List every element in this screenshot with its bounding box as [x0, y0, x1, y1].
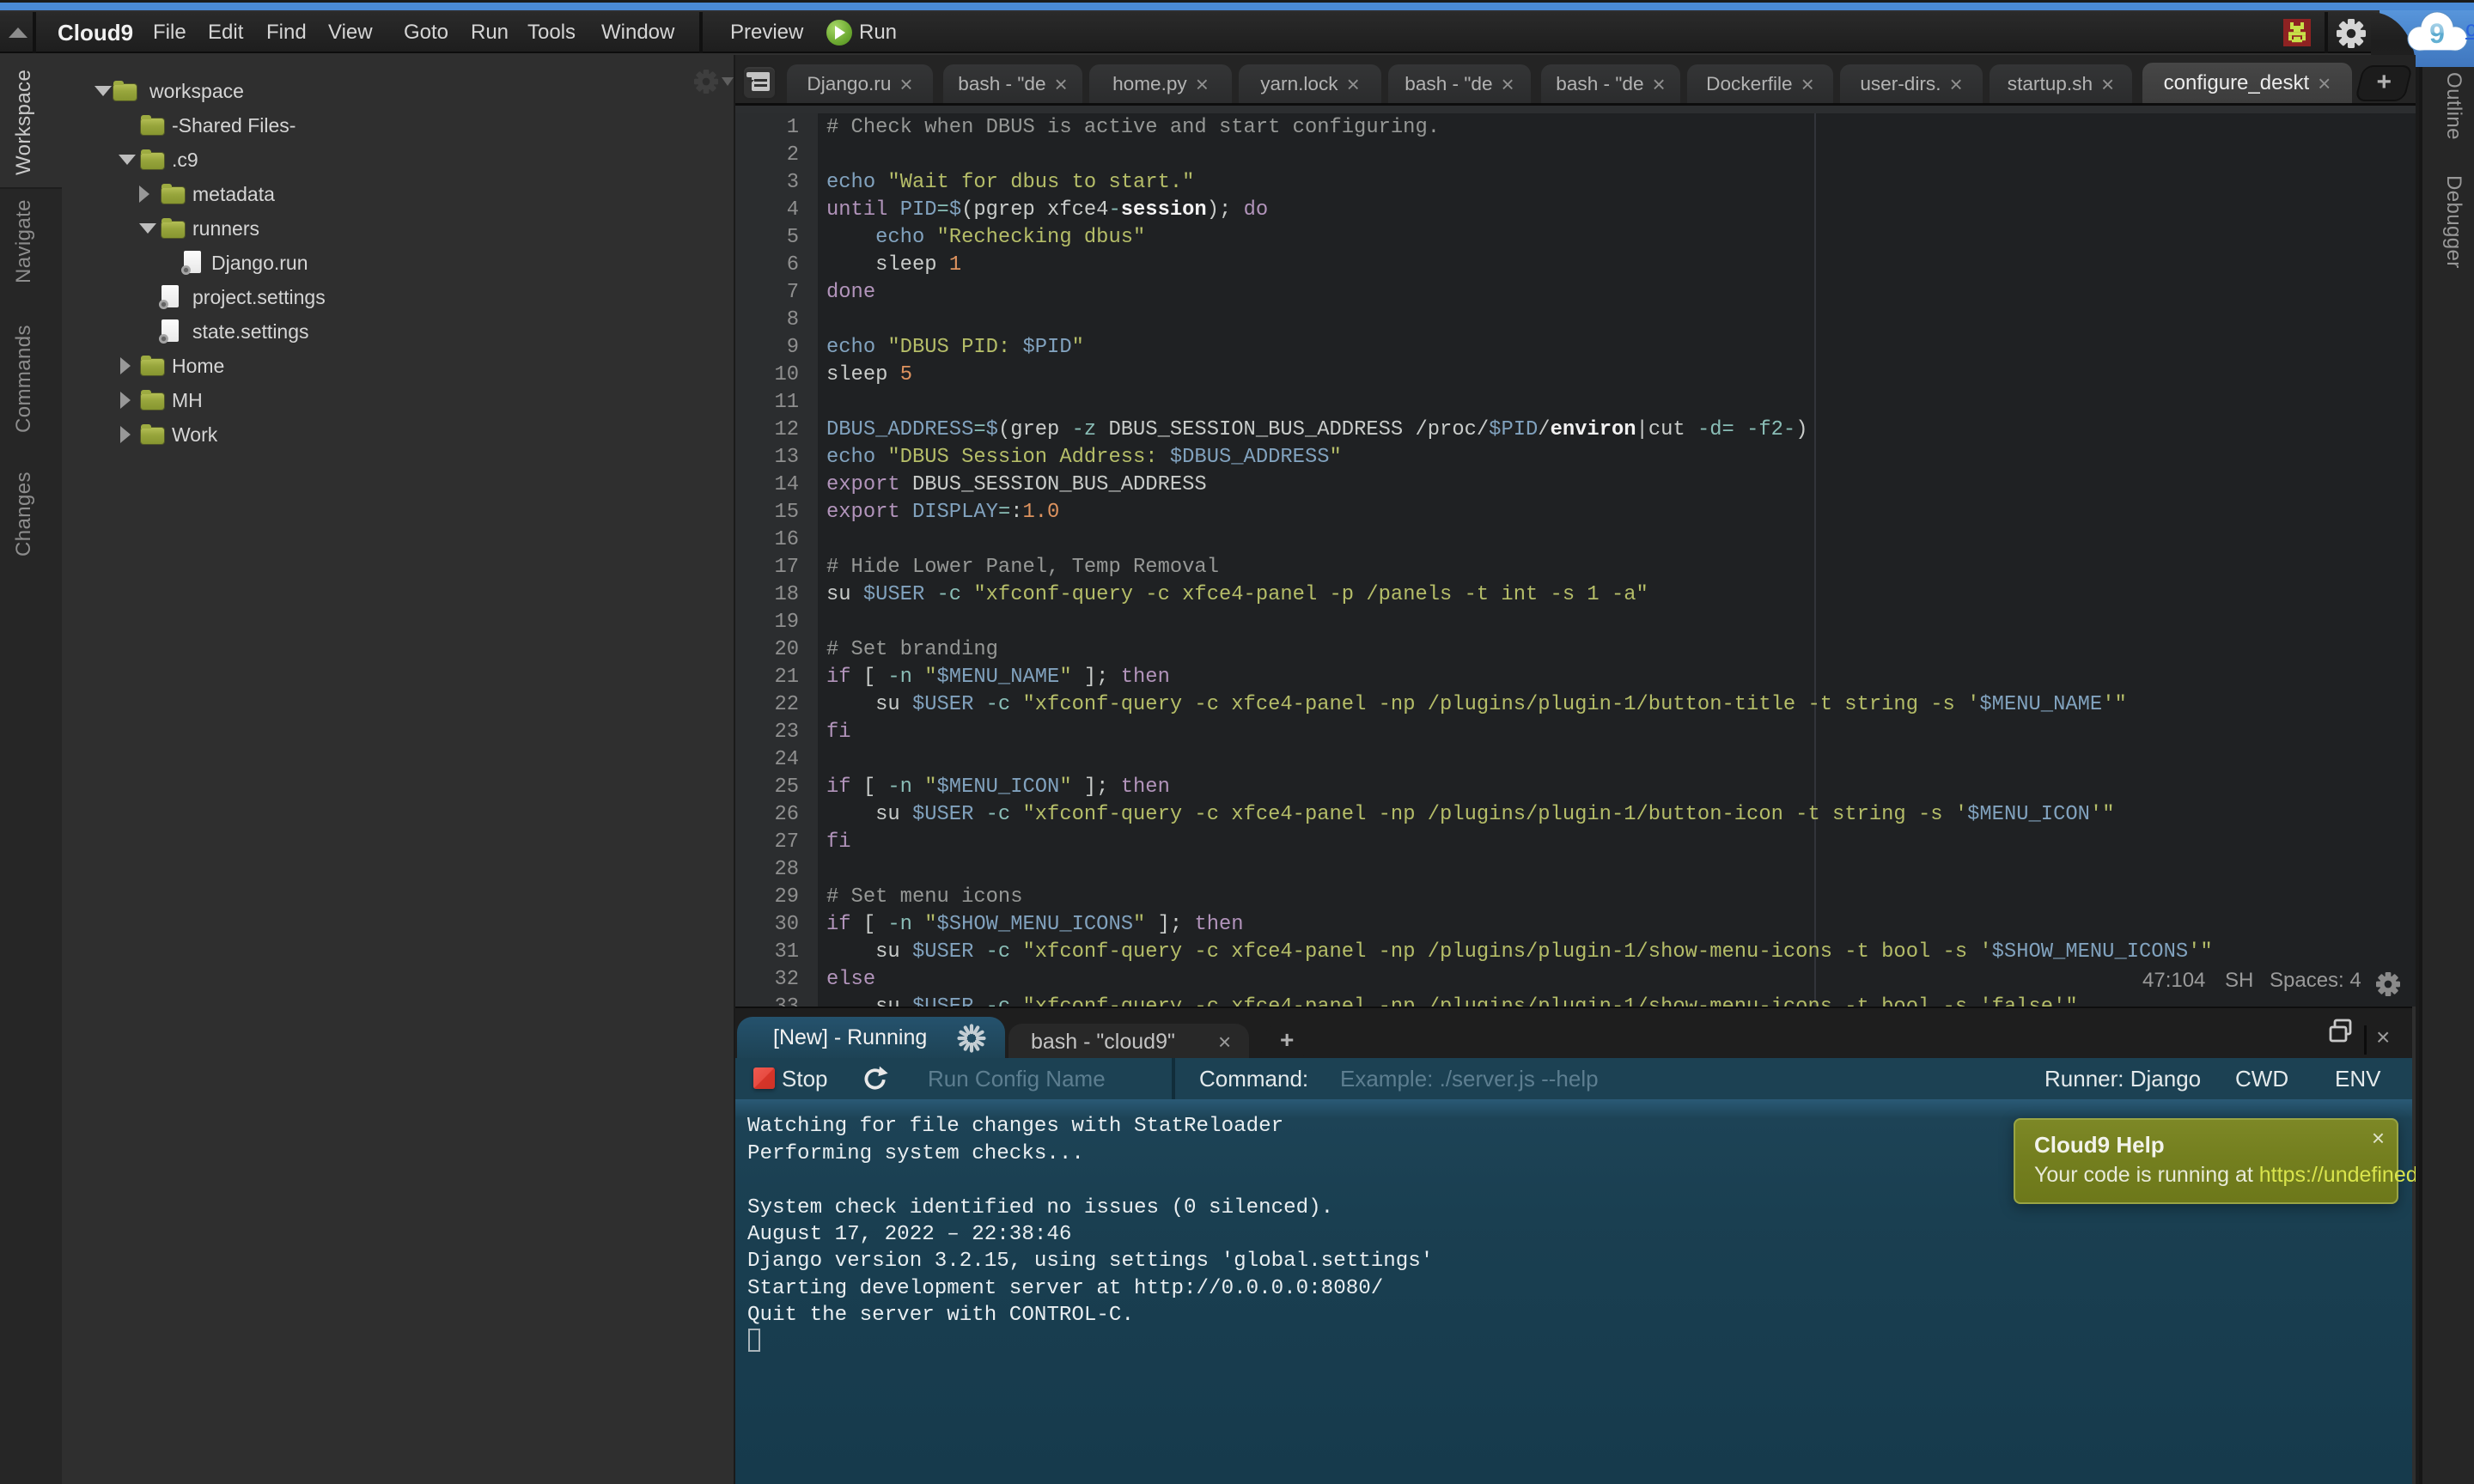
svg-text:9: 9	[2429, 18, 2445, 49]
